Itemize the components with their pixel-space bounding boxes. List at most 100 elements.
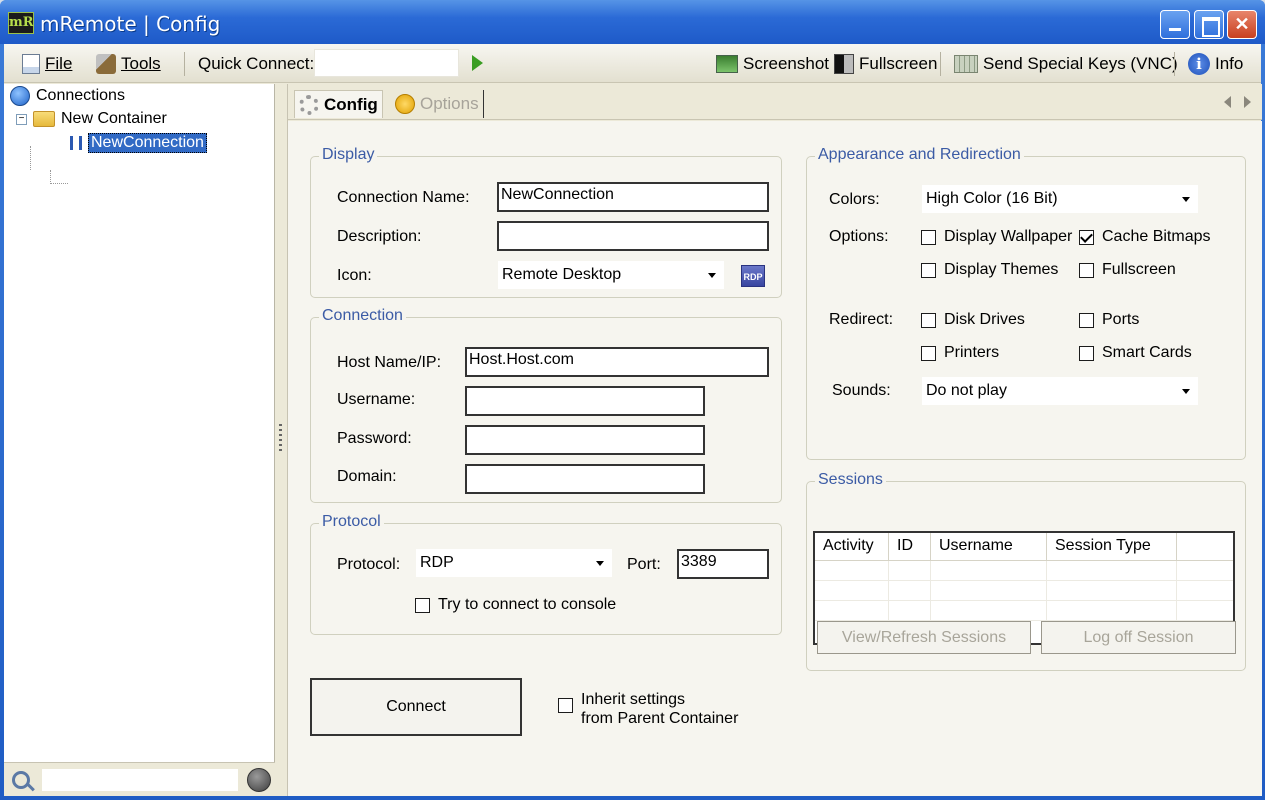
tree-line bbox=[30, 146, 31, 170]
tools-menu[interactable]: Tools bbox=[96, 52, 161, 76]
minimize-button[interactable] bbox=[1160, 10, 1190, 39]
table-row bbox=[815, 561, 1233, 581]
send-special-keys-label: Send Special Keys (VNC) bbox=[983, 54, 1178, 73]
tree-line bbox=[50, 170, 51, 184]
search-icon bbox=[12, 771, 30, 789]
inherit-checkbox[interactable]: Inherit settings from Parent Container bbox=[558, 690, 738, 728]
connection-icon bbox=[70, 136, 82, 150]
ports-checkbox[interactable]: Ports bbox=[1079, 311, 1139, 329]
console-checkbox[interactable]: Try to connect to console bbox=[415, 596, 616, 614]
printers-box[interactable] bbox=[921, 345, 936, 361]
gear-icon bbox=[299, 94, 319, 115]
screenshot-button[interactable]: Screenshot bbox=[716, 52, 829, 76]
ports-box[interactable] bbox=[1079, 312, 1094, 328]
connect-button-label: Connect bbox=[386, 698, 446, 715]
description-label: Description: bbox=[337, 228, 422, 245]
colors-select[interactable]: High Color (16 Bit) bbox=[921, 184, 1199, 214]
file-menu[interactable]: File bbox=[22, 52, 72, 76]
fullscreen-label: Fullscreen bbox=[859, 54, 938, 73]
window-title: mRemote | Config bbox=[40, 12, 221, 36]
cache-bitmaps-checkbox[interactable]: Cache Bitmaps bbox=[1079, 228, 1211, 246]
tree-node-new-connection[interactable]: NewConnection bbox=[70, 132, 207, 154]
tab-bar: Config Options bbox=[288, 84, 1262, 120]
tree-search-input[interactable] bbox=[42, 769, 238, 791]
fullscreen-checkbox-label: Fullscreen bbox=[1102, 261, 1176, 278]
info-label: Info bbox=[1215, 54, 1244, 73]
inherit-checkbox-box[interactable] bbox=[558, 698, 573, 713]
quick-connect-play-icon[interactable] bbox=[472, 55, 483, 71]
protocol-select[interactable]: RDP bbox=[415, 548, 613, 578]
domain-field[interactable] bbox=[465, 464, 705, 494]
disk-drives-checkbox[interactable]: Disk Drives bbox=[921, 311, 1025, 329]
display-wallpaper-checkbox[interactable]: Display Wallpaper bbox=[921, 228, 1072, 246]
icon-label: Icon: bbox=[337, 267, 372, 284]
sessions-table-header: Activity ID Username Session Type bbox=[815, 533, 1233, 561]
smart-cards-checkbox[interactable]: Smart Cards bbox=[1079, 344, 1192, 362]
client-area: File Tools Quick Connect: Screenshot Ful… bbox=[4, 44, 1262, 796]
toolbar-separator bbox=[940, 52, 941, 76]
collapse-icon[interactable]: − bbox=[16, 113, 27, 125]
view-refresh-sessions-label: View/Refresh Sessions bbox=[841, 628, 1007, 646]
info-button[interactable]: i Info bbox=[1188, 52, 1243, 76]
display-group-title: Display bbox=[319, 146, 378, 164]
display-group: Display Connection Name: NewConnection D… bbox=[310, 146, 782, 298]
info-icon: i bbox=[1188, 53, 1210, 75]
file-menu-label: File bbox=[45, 54, 73, 73]
column-header-activity[interactable]: Activity bbox=[815, 533, 889, 561]
connect-button[interactable]: Connect bbox=[310, 678, 522, 736]
port-field[interactable]: 3389 bbox=[677, 549, 769, 579]
tree-line bbox=[50, 183, 68, 184]
display-themes-checkbox[interactable]: Display Themes bbox=[921, 261, 1058, 279]
console-checkbox-box[interactable] bbox=[415, 597, 430, 613]
printers-label: Printers bbox=[944, 344, 1000, 361]
tree-root-label: Connections bbox=[36, 87, 125, 104]
status-orb-icon[interactable] bbox=[247, 768, 271, 792]
inherit-label-line1: Inherit settings bbox=[581, 691, 686, 708]
column-header-session-type[interactable]: Session Type bbox=[1047, 533, 1177, 561]
send-special-keys-button[interactable]: Send Special Keys (VNC) bbox=[954, 52, 1178, 76]
splitter-grip-icon[interactable] bbox=[279, 424, 282, 452]
colors-select-value: High Color (16 Bit) bbox=[926, 190, 1058, 207]
title-bar[interactable]: mR mRemote | Config ✕ bbox=[0, 0, 1265, 44]
fullscreen-button[interactable]: Fullscreen bbox=[834, 52, 937, 76]
printers-checkbox[interactable]: Printers bbox=[921, 344, 999, 362]
cache-bitmaps-box[interactable] bbox=[1079, 229, 1094, 245]
username-field[interactable] bbox=[465, 386, 705, 416]
column-header-username[interactable]: Username bbox=[931, 533, 1047, 561]
screenshot-icon bbox=[716, 55, 738, 73]
tree-connection-label: NewConnection bbox=[88, 133, 207, 153]
description-field[interactable] bbox=[497, 221, 769, 251]
close-button[interactable]: ✕ bbox=[1227, 10, 1257, 39]
host-field[interactable]: Host.Host.com bbox=[465, 347, 769, 377]
maximize-button[interactable] bbox=[1194, 10, 1224, 39]
pane-splitter[interactable] bbox=[276, 84, 286, 796]
disk-drives-box[interactable] bbox=[921, 312, 936, 328]
tab-options[interactable]: Options bbox=[391, 90, 484, 118]
tab-config[interactable]: Config bbox=[294, 90, 383, 118]
password-field[interactable] bbox=[465, 425, 705, 455]
display-wallpaper-label: Display Wallpaper bbox=[944, 228, 1073, 245]
tree-node-new-container[interactable]: − New Container bbox=[16, 108, 167, 130]
protocol-select-value: RDP bbox=[420, 554, 454, 571]
quick-connect-input[interactable] bbox=[314, 49, 459, 77]
display-themes-box[interactable] bbox=[921, 262, 936, 278]
tab-scroll-right-icon[interactable] bbox=[1244, 96, 1251, 108]
tree-search-bar bbox=[4, 762, 275, 796]
display-wallpaper-box[interactable] bbox=[921, 229, 936, 245]
tab-scroll-left-icon[interactable] bbox=[1224, 96, 1231, 108]
fullscreen-checkbox[interactable]: Fullscreen bbox=[1079, 261, 1176, 279]
icon-select[interactable]: Remote Desktop bbox=[497, 260, 725, 290]
sounds-select[interactable]: Do not play bbox=[921, 376, 1199, 406]
view-refresh-sessions-button[interactable]: View/Refresh Sessions bbox=[817, 621, 1031, 654]
connection-name-field[interactable]: NewConnection bbox=[497, 182, 769, 212]
fullscreen-box[interactable] bbox=[1079, 262, 1094, 278]
column-header-id[interactable]: ID bbox=[889, 533, 931, 561]
file-icon bbox=[22, 54, 40, 74]
options-label: Options: bbox=[829, 228, 889, 245]
tree-root-connections[interactable]: Connections bbox=[10, 85, 125, 107]
smart-cards-box[interactable] bbox=[1079, 345, 1094, 361]
connections-tree[interactable]: Connections − New Container NewConnectio… bbox=[4, 84, 275, 796]
disk-drives-label: Disk Drives bbox=[944, 311, 1025, 328]
sounds-label: Sounds: bbox=[832, 382, 891, 399]
log-off-session-button[interactable]: Log off Session bbox=[1041, 621, 1236, 654]
